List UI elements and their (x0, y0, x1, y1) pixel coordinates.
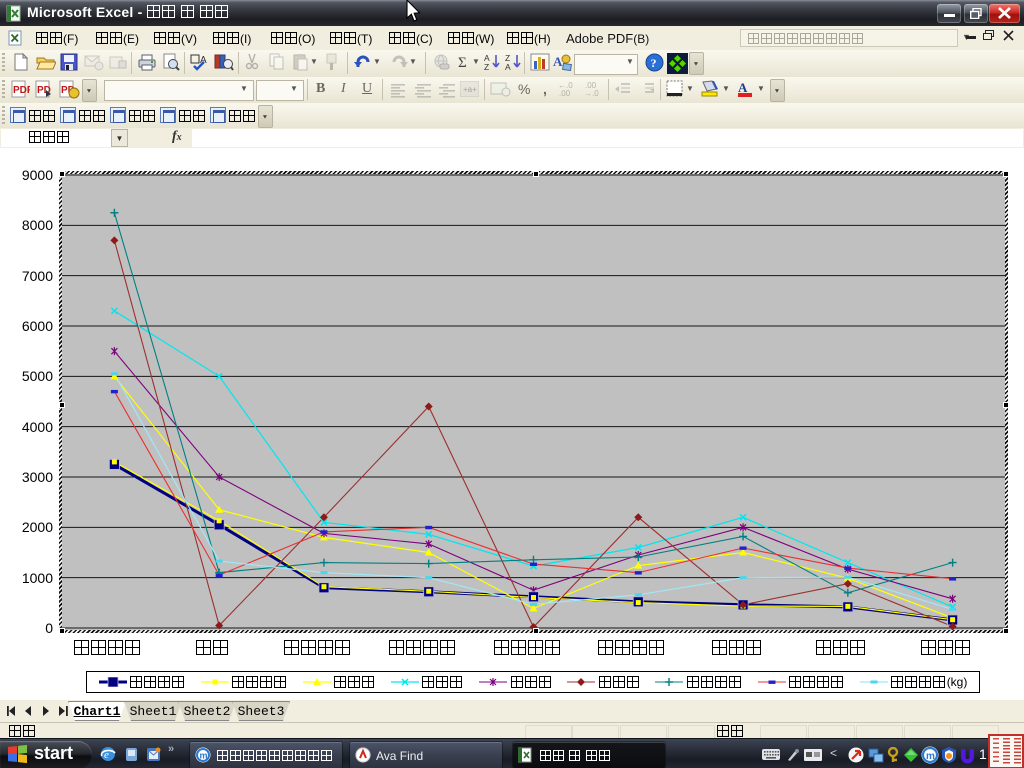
svg-text:A: A (553, 54, 563, 69)
svg-text:→.0: →.0 (584, 89, 599, 97)
svg-text:?: ? (651, 56, 657, 70)
svg-text:Z: Z (484, 62, 489, 71)
svg-text:+a+: +a+ (463, 85, 477, 94)
svg-text:m: m (200, 751, 208, 761)
svg-text:e: e (104, 749, 109, 761)
svg-text:Σ: Σ (458, 55, 467, 71)
svg-text:PDF: PDF (13, 85, 30, 96)
svg-text:A: A (738, 80, 748, 95)
svg-text:m: m (926, 751, 935, 762)
svg-text:A: A (505, 62, 511, 71)
svg-text:.00: .00 (559, 89, 571, 97)
